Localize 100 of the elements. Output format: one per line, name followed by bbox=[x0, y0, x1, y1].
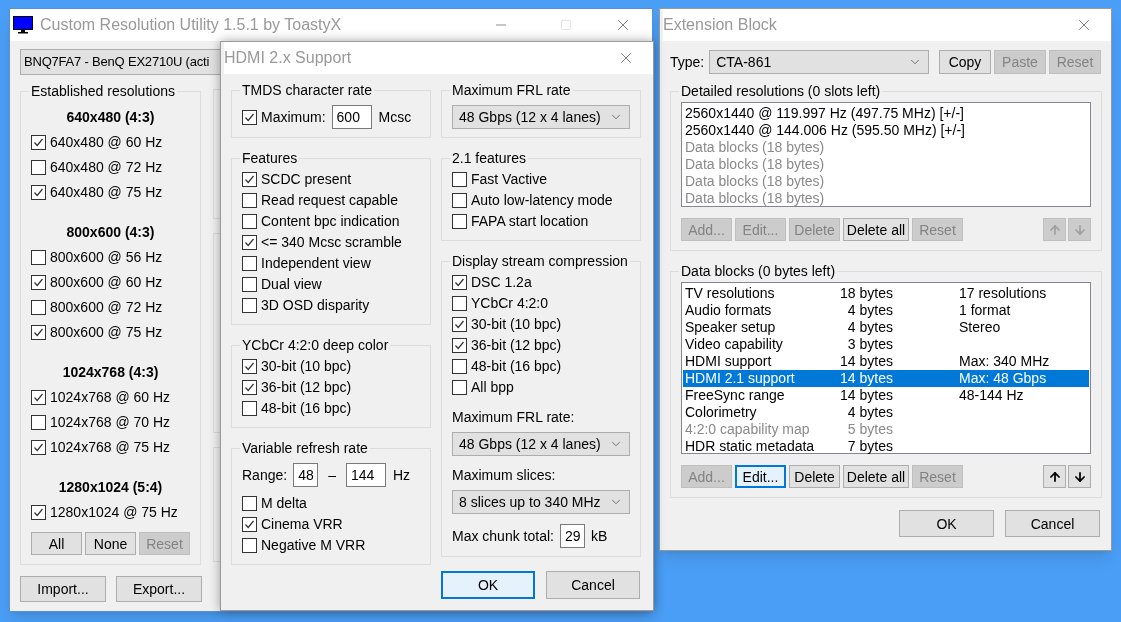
checkbox[interactable] bbox=[452, 193, 467, 208]
resolution-heading: 1024x768 (4:3) bbox=[62, 363, 159, 382]
window-title: HDMI 2.x Support bbox=[224, 48, 352, 68]
resolution-heading: 1280x1024 (5:4) bbox=[58, 478, 163, 497]
resolution-heading: 800x600 (4:3) bbox=[66, 223, 155, 242]
button[interactable]: Cancel bbox=[1005, 510, 1100, 537]
checkbox-label: 48-bit (16 bpc) bbox=[471, 357, 562, 376]
list-row[interactable]: HDMI 2.1 support 14 bytes Max: 48 Gbps bbox=[683, 370, 1089, 387]
checkbox-label: Fast Vactive bbox=[471, 170, 547, 189]
checkbox-label: Auto low-latency mode bbox=[471, 191, 613, 210]
button[interactable]: Copy bbox=[939, 50, 991, 74]
checkbox[interactable] bbox=[452, 317, 467, 332]
checkbox[interactable] bbox=[452, 338, 467, 353]
button[interactable]: Cancel bbox=[546, 571, 640, 599]
list-row[interactable]: HDMI support 14 bytes Max: 340 MHz bbox=[683, 353, 1089, 370]
checkbox-label: YCbCr 4:2:0 bbox=[471, 294, 549, 313]
group-title: Features bbox=[241, 149, 299, 168]
resolution-heading: 640x480 (4:3) bbox=[66, 108, 155, 127]
checkbox[interactable] bbox=[31, 415, 46, 430]
input-field[interactable]: 29 bbox=[559, 524, 585, 548]
dropdown[interactable]: CTA-861 bbox=[709, 50, 929, 74]
checkbox[interactable] bbox=[452, 214, 467, 229]
checkbox[interactable] bbox=[31, 390, 46, 405]
list-row[interactable]: Audio formats 4 bytes 1 format bbox=[683, 302, 1089, 319]
list-row[interactable]: Colorimetry 4 bytes bbox=[683, 404, 1089, 421]
group-title: Detailed resolutions (0 slots left) bbox=[680, 82, 882, 101]
button[interactable]: Delete bbox=[789, 465, 840, 488]
monitor-icon bbox=[13, 16, 33, 34]
checkbox[interactable] bbox=[452, 380, 467, 395]
list-item[interactable]: 2560x1440 @ 144.006 Hz (595.50 MHz) [+/-] bbox=[685, 122, 1090, 139]
checkbox-label: Dual view bbox=[261, 275, 322, 294]
checkbox-label: 800x600 @ 72 Hz bbox=[50, 298, 163, 317]
list-row[interactable]: Video capability 3 bytes bbox=[683, 336, 1089, 353]
list-row[interactable]: TV resolutions 18 bytes 17 resolutions bbox=[683, 285, 1089, 302]
button[interactable]: Import... bbox=[20, 576, 106, 602]
checkbox[interactable] bbox=[452, 359, 467, 374]
input-field[interactable]: 600 bbox=[331, 105, 372, 129]
field-label: Maximum FRL rate: bbox=[452, 408, 576, 427]
checkbox[interactable] bbox=[31, 300, 46, 315]
checkbox-label: M delta bbox=[261, 494, 307, 513]
checkbox[interactable] bbox=[31, 135, 46, 150]
checkbox-label: Independent view bbox=[261, 254, 371, 273]
checkbox[interactable] bbox=[242, 517, 257, 532]
field-label: Max chunk total: bbox=[452, 526, 554, 546]
unit-label: kB bbox=[590, 526, 608, 546]
input-field[interactable]: 48 bbox=[293, 463, 319, 487]
dropdown[interactable]: 48 Gbps (12 x 4 lanes) bbox=[452, 432, 630, 456]
checkbox[interactable] bbox=[452, 296, 467, 311]
checkbox[interactable] bbox=[242, 359, 257, 374]
button[interactable]: Delete all bbox=[843, 465, 909, 488]
checkbox[interactable] bbox=[242, 109, 257, 125]
button[interactable]: Edit... bbox=[735, 465, 786, 488]
checkbox[interactable] bbox=[242, 298, 257, 313]
dropdown[interactable]: 8 slices up to 340 MHz bbox=[452, 490, 630, 514]
input-field[interactable]: 144 bbox=[345, 463, 386, 487]
checkbox[interactable] bbox=[242, 214, 257, 229]
group-title: Variable refresh rate bbox=[241, 439, 369, 458]
arrow-up-icon bbox=[1047, 222, 1062, 237]
checkbox[interactable] bbox=[242, 256, 257, 271]
group-title: TMDS character rate bbox=[241, 81, 373, 100]
checkbox[interactable] bbox=[242, 193, 257, 208]
checkbox[interactable] bbox=[31, 505, 46, 520]
list-row[interactable]: HDR static metadata 7 bytes bbox=[683, 438, 1089, 455]
checkbox[interactable] bbox=[242, 496, 257, 511]
button[interactable]: Export... bbox=[116, 576, 202, 602]
checkbox[interactable] bbox=[452, 275, 467, 290]
checkbox[interactable] bbox=[452, 172, 467, 187]
checkbox[interactable] bbox=[242, 172, 257, 187]
group-title: YCbCr 4:2:0 deep color bbox=[241, 336, 390, 355]
checkbox[interactable] bbox=[242, 235, 257, 250]
button[interactable]: All bbox=[31, 532, 82, 555]
checkbox-label: 36-bit (12 bpc) bbox=[261, 378, 352, 397]
checkbox[interactable] bbox=[242, 380, 257, 395]
list-row[interactable]: Speaker setup 4 bytes Stereo bbox=[683, 319, 1089, 336]
checkbox-label: Cinema VRR bbox=[261, 515, 343, 534]
move-down-button[interactable] bbox=[1068, 465, 1091, 488]
dropdown[interactable]: 48 Gbps (12 x 4 lanes) bbox=[452, 105, 630, 129]
range-separator: – bbox=[327, 465, 337, 485]
button[interactable]: None bbox=[85, 532, 136, 555]
list-row[interactable]: FreeSync range 14 bytes 48-144 Hz bbox=[683, 387, 1089, 404]
button[interactable]: OK bbox=[899, 510, 994, 537]
checkbox-label: 800x600 @ 75 Hz bbox=[50, 323, 163, 342]
move-up-button[interactable] bbox=[1043, 465, 1066, 488]
checkbox[interactable] bbox=[242, 538, 257, 553]
checkbox[interactable] bbox=[31, 275, 46, 290]
checkbox[interactable] bbox=[242, 277, 257, 292]
checkbox[interactable] bbox=[31, 250, 46, 265]
checkbox-label: FAPA start location bbox=[471, 212, 589, 231]
checkbox[interactable] bbox=[31, 185, 46, 200]
checkbox[interactable] bbox=[31, 325, 46, 340]
checkbox-label: All bpp bbox=[471, 378, 514, 397]
button[interactable]: OK bbox=[441, 571, 535, 599]
checkbox[interactable] bbox=[31, 160, 46, 175]
list-item[interactable]: 2560x1440 @ 119.997 Hz (497.75 MHz) [+/-] bbox=[685, 105, 1090, 122]
data-block-list[interactable] bbox=[681, 282, 1091, 454]
checkbox[interactable] bbox=[242, 401, 257, 416]
checkbox[interactable] bbox=[31, 440, 46, 455]
button[interactable]: Delete all bbox=[843, 218, 909, 241]
monitor-dropdown[interactable]: BNQ7FA7 - BenQ EX2710U (acti bbox=[20, 49, 220, 75]
checkbox-label: Content bpc indication bbox=[261, 212, 400, 231]
